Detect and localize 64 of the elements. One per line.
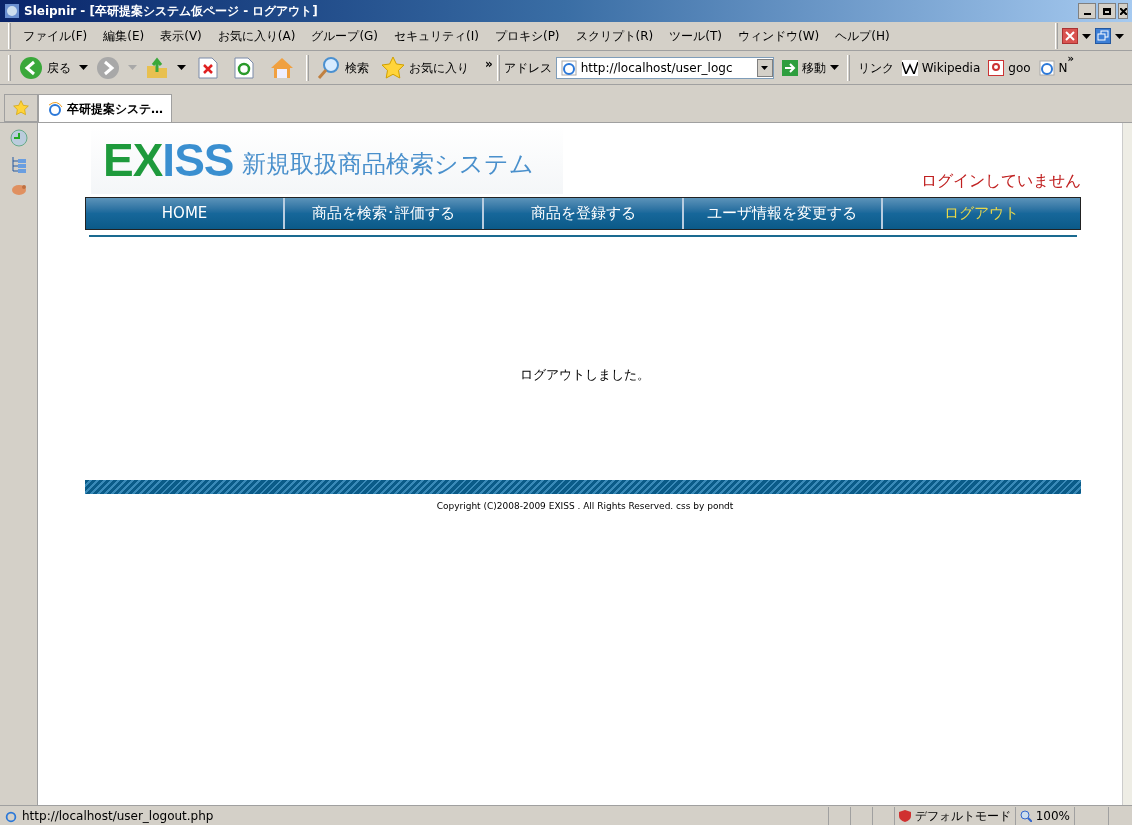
caret-icon[interactable] — [79, 65, 88, 70]
w-logo-icon — [901, 59, 918, 76]
links-label: リンク — [857, 59, 894, 77]
refresh-icon[interactable] — [234, 56, 254, 79]
stop-icon[interactable] — [198, 56, 218, 79]
overflow-chevron[interactable]: » — [1067, 51, 1075, 66]
page-icon — [47, 100, 63, 117]
menu-item[interactable]: グループ(G) — [303, 27, 387, 45]
menu-item[interactable]: ウィンドウ(W) — [729, 27, 828, 45]
menu-item[interactable]: お気に入り(A) — [209, 27, 304, 45]
login-status: ログインしていません — [921, 170, 1081, 192]
mode-label: デフォルトモード — [914, 807, 1011, 825]
menu-item[interactable]: ファイル(F) — [15, 27, 96, 45]
link-button[interactable]: goo — [988, 58, 1031, 77]
overflow-chevron[interactable]: » — [485, 55, 493, 73]
windows-icon[interactable] — [1095, 28, 1111, 44]
window-title: Sleipnir - [卒研提案システム仮ページ - ログアウト] — [24, 3, 318, 20]
browser-tab[interactable]: 卒研提案システ… — [38, 94, 172, 122]
caret-icon — [761, 65, 769, 70]
menu-item[interactable]: プロキシ(P) — [486, 27, 568, 45]
minimize-button[interactable] — [1078, 3, 1096, 19]
page-icon — [560, 59, 577, 76]
menu-item[interactable]: ツール(T) — [661, 27, 730, 45]
caret-icon[interactable] — [829, 65, 839, 70]
caret-icon[interactable] — [1115, 33, 1124, 39]
logout-message: ログアウトしました。 — [520, 366, 650, 384]
nav-tab[interactable]: 商品を検索･評価する — [283, 198, 483, 229]
arrow-right-icon — [781, 59, 798, 76]
caret-icon[interactable] — [1082, 33, 1091, 39]
globe-icon — [4, 3, 20, 19]
close-button[interactable] — [1118, 3, 1128, 19]
nav-tab[interactable]: ログアウト — [880, 198, 1080, 229]
search-button[interactable]: 検索 — [313, 55, 373, 80]
menu-item[interactable]: スクリプト(R) — [567, 27, 662, 45]
menu-item[interactable]: ヘルプ(H) — [827, 27, 898, 45]
link-button[interactable]: N — [1038, 58, 1068, 77]
star-icon — [381, 55, 405, 80]
star-icon — [13, 100, 29, 116]
page-icon — [1038, 59, 1055, 76]
address-field[interactable]: http://localhost/user_logc — [555, 56, 774, 79]
menu-item[interactable]: 編集(E) — [95, 27, 153, 45]
scrollbar[interactable] — [1122, 123, 1132, 805]
restore-button[interactable] — [1098, 3, 1116, 19]
nav-tab[interactable]: 商品を登録する — [482, 198, 682, 229]
dropdown-button[interactable] — [756, 58, 773, 77]
zoom-level: 100% — [1035, 807, 1070, 825]
address-label: アドレス — [503, 59, 552, 77]
zoom-icon — [1019, 809, 1032, 822]
menu-item[interactable]: 表示(V) — [152, 27, 210, 45]
back-button[interactable]: 戻る — [15, 55, 75, 80]
search-icon — [317, 55, 341, 80]
link-button[interactable]: Wikipedia — [901, 58, 981, 77]
nav-tab[interactable]: ユーザ情報を変更する — [681, 198, 881, 229]
shield-icon — [898, 809, 911, 822]
menu-item[interactable]: セキュリティ(I) — [386, 27, 487, 45]
caret-icon[interactable] — [177, 65, 186, 70]
caret-icon — [128, 65, 137, 70]
close-tab-icon[interactable] — [1062, 28, 1078, 44]
nav-tab[interactable]: HOME — [86, 198, 284, 229]
favorites-button[interactable]: お気に入り — [377, 55, 473, 80]
g-logo-icon — [988, 59, 1005, 76]
go-button[interactable]: 移動 — [781, 58, 826, 77]
status-url: http://localhost/user_logout.php — [22, 807, 214, 825]
copyright-text: Copyright (C)2008-2009 EXISS . All Rights Reserved. css by pondt — [436, 499, 734, 513]
